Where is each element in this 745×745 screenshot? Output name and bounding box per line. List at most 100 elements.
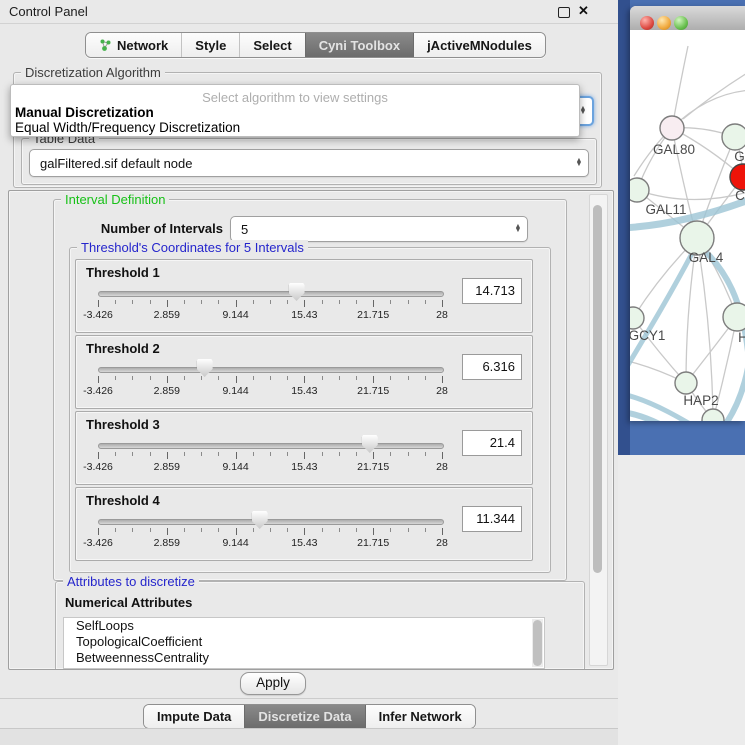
threshold-value-field[interactable]: 21.4 xyxy=(462,430,522,456)
window-title: Control Panel xyxy=(9,4,88,19)
list-scrollbar-thumb[interactable] xyxy=(533,620,542,666)
threshold-value-field[interactable]: 14.713 xyxy=(462,278,522,304)
discretization-algorithm-title: Discretization Algorithm xyxy=(21,65,165,80)
close-icon[interactable]: ✕ xyxy=(578,3,589,19)
tab-impute-data[interactable]: Impute Data xyxy=(144,705,244,728)
tab-style[interactable]: Style xyxy=(181,33,239,57)
attributes-title: Attributes to discretize xyxy=(63,574,199,589)
slider-tick-label: 9.144 xyxy=(214,461,258,473)
slider-major-tick xyxy=(98,528,99,535)
slider-track[interactable] xyxy=(98,443,444,449)
slider-major-tick xyxy=(236,528,237,535)
list-scrollbar[interactable] xyxy=(532,619,543,667)
attribute-list-item[interactable]: SelfLoops xyxy=(64,618,544,634)
slider-minor-tick xyxy=(132,452,133,456)
slider-minor-tick xyxy=(253,376,254,380)
slider-minor-tick xyxy=(184,300,185,304)
settings-scrollbar-thumb[interactable] xyxy=(593,205,602,573)
slider-major-tick xyxy=(236,376,237,383)
zoom-traffic-light-icon[interactable] xyxy=(674,16,688,30)
network-view-window[interactable]: GAL80GACGAL11GAL4GCY1HHAP2 xyxy=(630,6,745,421)
slider-major-tick xyxy=(236,300,237,307)
bottom-tab-bar: Impute Data Discretize Data Infer Network xyxy=(143,704,476,729)
network-node-hap2[interactable] xyxy=(675,372,697,394)
slider-minor-tick xyxy=(253,528,254,532)
numerical-attributes-list[interactable]: SelfLoopsTopologicalCoefficientBetweenne… xyxy=(63,617,545,669)
tab-jactivemnodules[interactable]: jActiveMNodules xyxy=(413,33,545,57)
tab-label: Discretize Data xyxy=(258,709,351,724)
threshold-label: Threshold 3 xyxy=(86,417,160,432)
slider-minor-tick xyxy=(218,376,219,380)
slider-minor-tick xyxy=(322,452,323,456)
attribute-list-item[interactable]: BetweennessCentrality xyxy=(64,650,544,666)
threshold-panel-4: Threshold 4-3.4262.8599.14415.4321.71528… xyxy=(75,487,533,561)
float-window-icon[interactable] xyxy=(558,7,570,18)
slider-minor-tick xyxy=(132,528,133,532)
slider-minor-tick xyxy=(115,528,116,532)
network-edge-thick[interactable] xyxy=(725,362,745,421)
slider-track[interactable] xyxy=(98,367,444,373)
slider-major-tick xyxy=(373,376,374,383)
desktop-background-strip xyxy=(618,0,630,455)
network-node-gcy1[interactable] xyxy=(630,307,644,329)
slider-track[interactable] xyxy=(98,519,444,525)
slider-major-tick xyxy=(167,376,168,383)
network-node-h[interactable] xyxy=(723,303,745,331)
slider-minor-tick xyxy=(253,300,254,304)
network-graph[interactable]: GAL80GACGAL11GAL4GCY1HHAP2 xyxy=(630,30,745,421)
slider-tick-label: 2.859 xyxy=(145,461,189,473)
tab-infer-network[interactable]: Infer Network xyxy=(365,705,475,728)
slider-minor-tick xyxy=(201,528,202,532)
slider-minor-tick xyxy=(425,376,426,380)
slider-major-tick xyxy=(373,300,374,307)
slider-minor-tick xyxy=(425,528,426,532)
tab-network[interactable]: Network xyxy=(86,33,181,57)
slider-minor-tick xyxy=(356,528,357,532)
network-window-titlebar[interactable] xyxy=(630,6,745,31)
attribute-list-item[interactable]: TopologicalCoefficient xyxy=(64,634,544,650)
slider-minor-tick xyxy=(270,452,271,456)
table-data-combo[interactable]: galFiltered.sif default node ▲▼ xyxy=(29,149,589,177)
slider-tick-label: -3.426 xyxy=(76,461,120,473)
network-edge[interactable] xyxy=(683,70,745,119)
slider-minor-tick xyxy=(184,376,185,380)
network-node-gal11[interactable] xyxy=(630,178,649,202)
slider-tick-label: 15.43 xyxy=(282,537,326,549)
slider-thumb[interactable] xyxy=(197,359,213,377)
slider-thumb[interactable] xyxy=(252,511,268,529)
slider-tick-label: 28 xyxy=(420,461,464,473)
slider-tick-label: 9.144 xyxy=(214,385,258,397)
slider-thumb[interactable] xyxy=(289,283,305,301)
threshold-value-field[interactable]: 6.316 xyxy=(462,354,522,380)
slider-tick-label: 21.715 xyxy=(351,309,395,321)
slider-major-tick xyxy=(304,300,305,307)
close-traffic-light-icon[interactable] xyxy=(640,16,654,30)
number-of-intervals-combo[interactable]: 5 ▲▼ xyxy=(230,216,528,242)
slider-minor-tick xyxy=(287,528,288,532)
slider-minor-tick xyxy=(218,300,219,304)
minimize-traffic-light-icon[interactable] xyxy=(657,16,671,30)
slider-minor-tick xyxy=(390,452,391,456)
network-canvas[interactable]: GAL80GACGAL11GAL4GCY1HHAP2 xyxy=(630,30,745,421)
algorithm-option-manual[interactable]: Manual Discretization xyxy=(15,105,154,120)
network-node-ga[interactable] xyxy=(722,124,745,150)
apply-button[interactable]: Apply xyxy=(240,672,306,695)
slider-minor-tick xyxy=(150,528,151,532)
slider-tick-label: -3.426 xyxy=(76,309,120,321)
threshold-value-field[interactable]: 11.344 xyxy=(462,506,522,532)
network-node-gal80[interactable] xyxy=(660,116,684,140)
slider-tick-label: 15.43 xyxy=(282,461,326,473)
settings-scrollbar[interactable] xyxy=(589,194,608,666)
tab-select[interactable]: Select xyxy=(239,33,304,57)
algorithm-option-equal-width[interactable]: Equal Width/Frequency Discretization xyxy=(15,120,240,135)
slider-tick-label: 28 xyxy=(420,385,464,397)
slider-tick-label: -3.426 xyxy=(76,385,120,397)
slider-minor-tick xyxy=(115,376,116,380)
tab-discretize-data[interactable]: Discretize Data xyxy=(244,705,364,728)
combo-stepper-icon: ▲▼ xyxy=(570,159,588,167)
slider-track[interactable] xyxy=(98,291,444,297)
slider-thumb[interactable] xyxy=(362,435,378,453)
slider-minor-tick xyxy=(218,452,219,456)
tab-cyni-toolbox[interactable]: Cyni Toolbox xyxy=(305,33,413,57)
slider-tick-label: -3.426 xyxy=(76,537,120,549)
